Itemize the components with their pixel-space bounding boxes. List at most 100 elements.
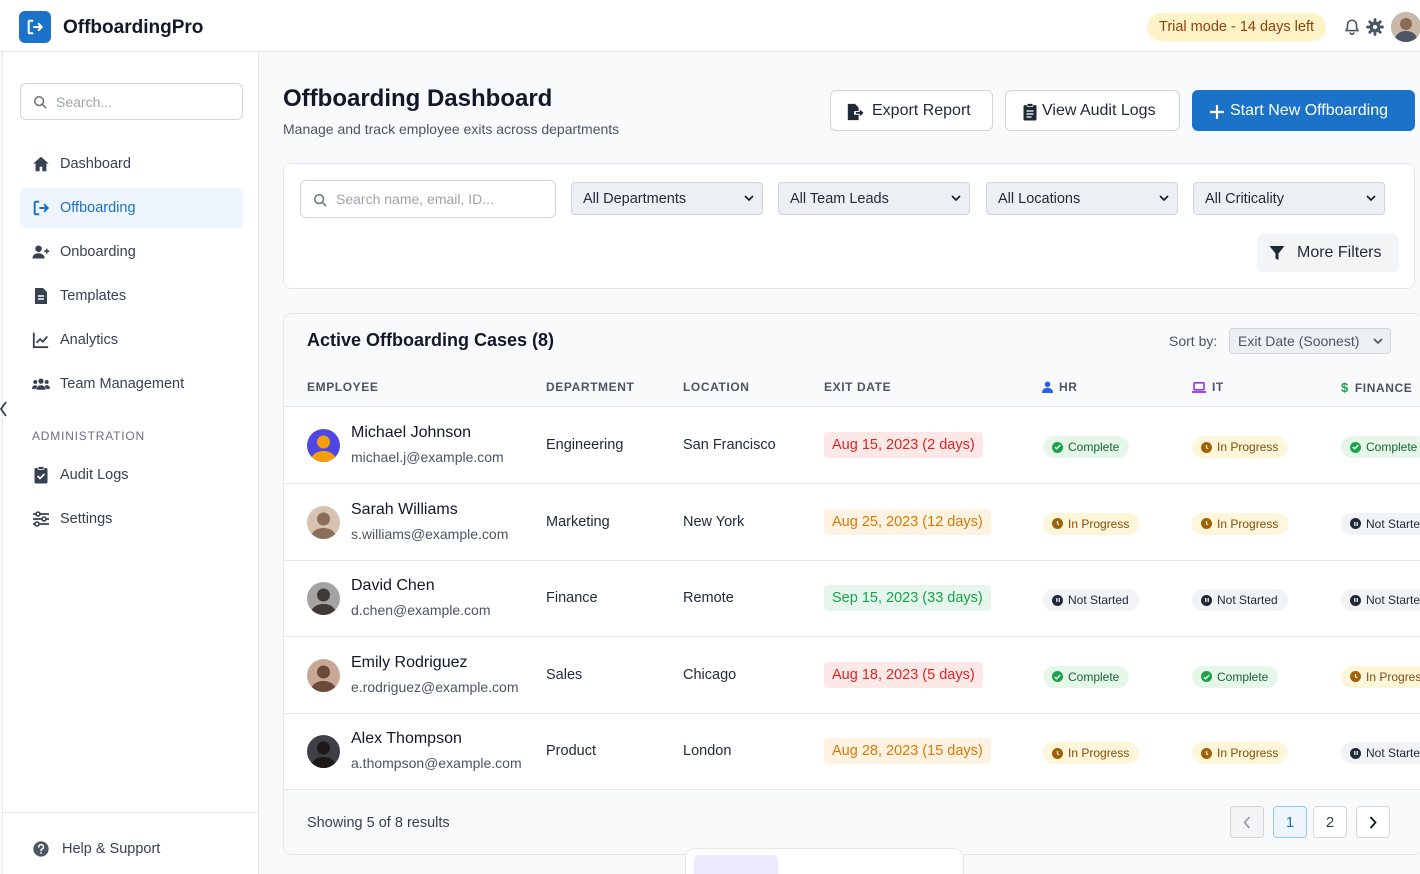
chevron-left-icon[interactable] — [0, 400, 8, 418]
app-title: OffboardingPro — [63, 17, 204, 38]
page-1-button[interactable]: 1 — [1273, 806, 1307, 838]
employee-search[interactable] — [300, 180, 556, 218]
it-status-badge[interactable]: In Progress — [1192, 742, 1289, 764]
col-employee[interactable]: EMPLOYEE — [307, 380, 378, 394]
hr-status-badge[interactable]: Not Started — [1043, 589, 1139, 611]
sidebar-search[interactable] — [20, 83, 243, 120]
sidebar-item-label: Team Management — [60, 376, 185, 392]
table-row[interactable]: David Chen d.chen@example.com Finance Remot… — [284, 560, 1420, 637]
criticality-select-value: All Criticality — [1205, 190, 1284, 207]
status-label: Not Started — [1366, 746, 1420, 760]
cases-title: Active Offboarding Cases (8) — [307, 330, 555, 350]
page-2-button[interactable]: 2 — [1313, 806, 1347, 838]
finance-status-badge[interactable]: Not Started — [1341, 589, 1420, 611]
sidebar-item-team-management[interactable]: Team Management — [20, 364, 243, 404]
plus-icon — [1208, 103, 1226, 121]
sidebar-item-dashboard[interactable]: Dashboard — [20, 144, 243, 184]
gear-icon[interactable] — [1366, 18, 1384, 36]
employee-name[interactable]: Emily Rodriguez — [351, 654, 467, 672]
table-row[interactable]: Sarah Williams s.williams@example.com Mark… — [284, 484, 1420, 561]
col-department[interactable]: DEPARTMENT — [546, 380, 634, 394]
export-report-button[interactable]: Export Report — [830, 90, 993, 131]
finance-status-badge[interactable]: Complete — [1341, 436, 1420, 458]
sort-select[interactable]: Exit Date (Soonest) — [1229, 328, 1391, 354]
sidebar-item-templates[interactable]: Templates — [20, 276, 243, 316]
hr-status-badge[interactable]: In Progress — [1043, 512, 1140, 535]
start-new-offboarding-button[interactable]: Start New Offboarding — [1192, 90, 1415, 131]
table-row[interactable]: Michael Johnson michael.j@example.com Engi… — [284, 407, 1420, 484]
team-lead-select[interactable]: All Team Leads — [778, 182, 970, 215]
sidebar-search-input[interactable] — [56, 84, 236, 119]
status-label: In Progress — [1068, 746, 1130, 760]
employee-name[interactable]: Michael Johnson — [351, 424, 471, 442]
chevron-down-icon — [1366, 195, 1376, 202]
hr-status-badge[interactable]: Complete — [1043, 665, 1130, 688]
status-icon — [1052, 747, 1063, 759]
sidebar-item-onboarding[interactable]: Onboarding — [20, 232, 243, 272]
status-label: Not Started — [1366, 516, 1420, 531]
employee-name[interactable]: David Chen — [351, 577, 435, 595]
app-logo[interactable] — [19, 11, 51, 43]
col-it[interactable]: IT — [1192, 380, 1224, 394]
sidebar-item-offboarding[interactable]: Offboarding — [20, 188, 243, 228]
employee-search-input[interactable] — [336, 181, 546, 217]
department-cell: Sales — [546, 666, 583, 683]
finance-status-badge[interactable]: Not Started — [1341, 742, 1420, 764]
status-label: Not Started — [1217, 593, 1278, 607]
users-icon — [32, 375, 50, 393]
bell-icon[interactable] — [1343, 18, 1361, 36]
status-icon — [1350, 518, 1361, 529]
sidebar-item-label: Settings — [60, 511, 113, 527]
department-cell: Marketing — [546, 513, 610, 530]
finance-status-badge[interactable]: In Progress — [1341, 665, 1420, 688]
sidebar-item-analytics[interactable]: Analytics — [20, 320, 243, 360]
trial-badge[interactable]: Trial mode - 14 days left — [1147, 13, 1326, 41]
employee-avatar — [307, 582, 340, 615]
table-row[interactable]: Emily Rodriguez e.rodriguez@example.com Sa… — [284, 637, 1420, 714]
hr-status-badge[interactable]: In Progress — [1043, 742, 1140, 764]
finance-status-badge[interactable]: Not Started — [1341, 512, 1420, 535]
status-icon — [1350, 594, 1361, 606]
location-select[interactable]: All Locations — [986, 182, 1178, 215]
view-audit-logs-button[interactable]: View Audit Logs — [1005, 90, 1180, 131]
more-filters-button[interactable]: More Filters — [1257, 234, 1399, 272]
chevron-down-icon — [1373, 338, 1383, 345]
location-cell: San Francisco — [683, 437, 776, 453]
status-label: Complete — [1366, 440, 1418, 454]
department-cell: Engineering — [546, 437, 624, 453]
sort-select-value: Exit Date (Soonest) — [1238, 333, 1360, 349]
employee-name[interactable]: Sarah Williams — [351, 501, 458, 519]
it-status-badge[interactable]: In Progress — [1192, 436, 1289, 458]
table-row[interactable]: Alex Thompson a.thompson@example.com Produ… — [284, 713, 1420, 790]
col-finance[interactable]: $ FINANCE — [1341, 380, 1412, 395]
help-support-link[interactable]: Help & Support — [32, 840, 160, 858]
employee-name[interactable]: Alex Thompson — [351, 730, 462, 748]
department-select[interactable]: All Departments — [571, 182, 763, 215]
employee-email: d.chen@example.com — [351, 602, 491, 618]
sidebar-item-audit-logs[interactable]: Audit Logs — [20, 455, 243, 495]
sidebar-item-settings[interactable]: Settings — [20, 499, 243, 539]
employee-email: e.rodriguez@example.com — [351, 678, 519, 695]
col-exit-date[interactable]: EXIT DATE — [824, 380, 891, 394]
sidebar-item-label: Onboarding — [60, 244, 136, 260]
top-bar: OffboardingPro Trial mode - 14 days left — [0, 0, 1420, 52]
exit-icon — [32, 199, 50, 217]
sliders-icon — [32, 510, 50, 528]
prev-page-button[interactable] — [1230, 806, 1264, 838]
it-status-badge[interactable]: Not Started — [1192, 589, 1288, 611]
col-location[interactable]: LOCATION — [683, 380, 750, 394]
it-status-badge[interactable]: In Progress — [1192, 512, 1289, 535]
help-icon — [32, 840, 50, 858]
dollar-icon: $ — [1341, 380, 1349, 395]
hr-status-badge[interactable]: Complete — [1043, 436, 1130, 458]
it-status-badge[interactable]: Complete — [1192, 665, 1279, 688]
chevron-down-icon — [951, 195, 961, 202]
next-page-button[interactable] — [1356, 806, 1390, 838]
col-hr[interactable]: HR — [1042, 380, 1078, 394]
status-icon — [1201, 518, 1212, 529]
status-icon — [1201, 747, 1212, 759]
employee-avatar — [307, 429, 340, 462]
user-avatar[interactable] — [1391, 12, 1420, 42]
bottom-tab-active[interactable] — [694, 855, 778, 874]
criticality-select[interactable]: All Criticality — [1193, 182, 1385, 215]
